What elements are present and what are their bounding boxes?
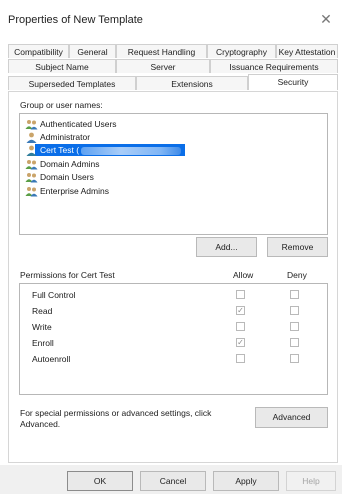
- tab-request-handling[interactable]: Request Handling: [116, 44, 207, 58]
- tab-general[interactable]: General: [69, 44, 116, 58]
- tab-row-3: Superseded Templates Extensions Security: [8, 74, 338, 90]
- window-title: Properties of New Template: [8, 14, 143, 26]
- list-item[interactable]: Domain Users: [25, 171, 94, 183]
- close-icon[interactable]: ✕: [316, 10, 336, 28]
- tab-issuance-requirements[interactable]: Issuance Requirements: [210, 59, 338, 73]
- list-item[interactable]: Authenticated Users: [25, 118, 117, 130]
- tab-row-1: Compatibility General Request Handling C…: [8, 44, 338, 58]
- permission-name: Read: [32, 306, 53, 316]
- special-permissions-text-line2: Advanced.: [20, 419, 61, 429]
- list-item[interactable]: Domain Admins: [25, 158, 100, 170]
- user-icon: [26, 145, 37, 157]
- permissions-label: Permissions for Cert Test: [20, 270, 115, 280]
- permission-name: Full Control: [32, 290, 76, 300]
- permission-name: Enroll: [32, 338, 54, 348]
- list-item[interactable]: Administrator: [25, 131, 91, 144]
- group-or-user-names-label: Group or user names:: [20, 100, 103, 110]
- permission-name: Autoenroll: [32, 354, 71, 364]
- add-button[interactable]: Add...: [196, 237, 257, 257]
- allow-checkbox-checked[interactable]: ✓: [236, 306, 245, 315]
- user-name: Enterprise Admins: [40, 186, 109, 196]
- group-icon: [25, 173, 38, 183]
- deny-checkbox[interactable]: [290, 322, 299, 331]
- help-button[interactable]: Help: [286, 471, 336, 491]
- user-name: Domain Users: [40, 172, 94, 182]
- tab-key-attestation[interactable]: Key Attestation: [276, 44, 338, 58]
- ok-button[interactable]: OK: [67, 471, 133, 491]
- permission-name: Write: [32, 322, 52, 332]
- apply-button[interactable]: Apply: [213, 471, 279, 491]
- tab-subject-name[interactable]: Subject Name: [8, 59, 116, 73]
- remove-button[interactable]: Remove: [267, 237, 328, 257]
- dialog-footer: OK Cancel Apply Help: [0, 465, 342, 494]
- special-permissions-text-line1: For special permissions or advanced sett…: [20, 408, 212, 418]
- permission-row: Autoenroll: [20, 352, 327, 366]
- title-bar: Properties of New Template ✕: [0, 0, 342, 38]
- permissions-list: Full Control Read ✓ Write Enroll ✓ Autoe…: [19, 283, 328, 395]
- user-name: Cert Test (: [40, 145, 80, 155]
- tab-superseded-templates[interactable]: Superseded Templates: [8, 76, 136, 90]
- allow-checkbox[interactable]: [236, 354, 245, 363]
- list-item[interactable]: Enterprise Admins: [25, 185, 109, 197]
- tab-compatibility[interactable]: Compatibility: [8, 44, 69, 58]
- tab-row-2: Subject Name Server Issuance Requirement…: [8, 59, 338, 73]
- deny-column-header: Deny: [287, 270, 307, 280]
- allow-checkbox-checked[interactable]: ✓: [236, 338, 245, 347]
- deny-checkbox[interactable]: [290, 354, 299, 363]
- permission-row: Read ✓: [20, 304, 327, 318]
- allow-checkbox[interactable]: [236, 290, 245, 299]
- group-icon: [25, 160, 38, 170]
- user-name: Administrator: [40, 132, 91, 142]
- tab-extensions[interactable]: Extensions: [136, 76, 248, 90]
- tab-security[interactable]: Security: [248, 74, 338, 90]
- redacted-blur: [81, 146, 182, 155]
- deny-checkbox[interactable]: [290, 306, 299, 315]
- permission-row: Write: [20, 320, 327, 334]
- user-list[interactable]: Authenticated Users Administrator Cert T…: [19, 113, 328, 235]
- user-name: Domain Admins: [40, 159, 100, 169]
- permission-row: Full Control: [20, 288, 327, 302]
- permission-row: Enroll ✓: [20, 336, 327, 350]
- group-icon: [25, 187, 38, 197]
- deny-checkbox[interactable]: [290, 338, 299, 347]
- user-icon: [26, 132, 37, 144]
- list-item-selected[interactable]: Cert Test (: [25, 144, 185, 157]
- allow-column-header: Allow: [233, 270, 254, 280]
- tab-cryptography[interactable]: Cryptography: [207, 44, 276, 58]
- cancel-button[interactable]: Cancel: [140, 471, 206, 491]
- user-name: Authenticated Users: [40, 119, 117, 129]
- allow-checkbox[interactable]: [236, 322, 245, 331]
- group-icon: [25, 120, 38, 130]
- advanced-button[interactable]: Advanced: [255, 407, 328, 428]
- deny-checkbox[interactable]: [290, 290, 299, 299]
- tab-server[interactable]: Server: [116, 59, 210, 73]
